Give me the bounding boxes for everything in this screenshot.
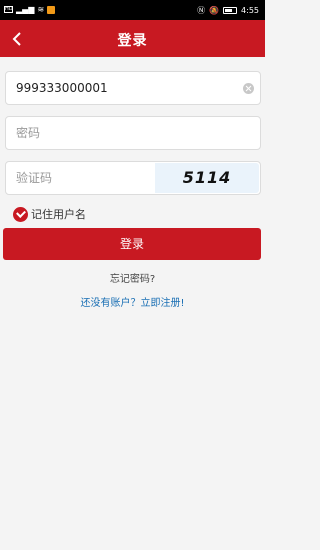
captcha-input[interactable]	[16, 162, 146, 194]
battery-icon	[223, 7, 238, 14]
remember-username-label: 记住用户名	[31, 208, 86, 221]
clear-icon[interactable]	[243, 83, 254, 94]
app-header: 登录	[0, 20, 265, 57]
hd-icon: HD	[4, 6, 13, 13]
checkmark-icon[interactable]	[13, 206, 28, 222]
clock: 4:55	[241, 6, 259, 15]
password-input[interactable]	[16, 117, 226, 149]
wifi-icon: ≋	[37, 5, 45, 14]
username-field	[5, 71, 261, 105]
status-bar: HD ▂▄▆ ≋ Ⓝ 🔕 4:55	[0, 0, 265, 20]
app-notification-icon	[47, 5, 56, 14]
forgot-password-link[interactable]: 忘记密码?	[0, 270, 265, 285]
nfc-icon: Ⓝ	[197, 6, 206, 15]
password-field	[5, 116, 261, 150]
remember-username-checkbox[interactable]: 记住用户名	[13, 206, 86, 222]
login-button[interactable]: 登录	[3, 228, 261, 260]
captcha-field: 5114	[5, 161, 261, 195]
signal-icon: ▂▄▆	[16, 5, 35, 14]
page-title: 登录	[117, 33, 148, 49]
register-link[interactable]: 还没有账户？立即注册!	[0, 294, 265, 309]
mute-icon: 🔕	[209, 6, 220, 15]
captcha-image[interactable]: 5114	[155, 163, 259, 193]
username-input[interactable]	[16, 72, 226, 104]
